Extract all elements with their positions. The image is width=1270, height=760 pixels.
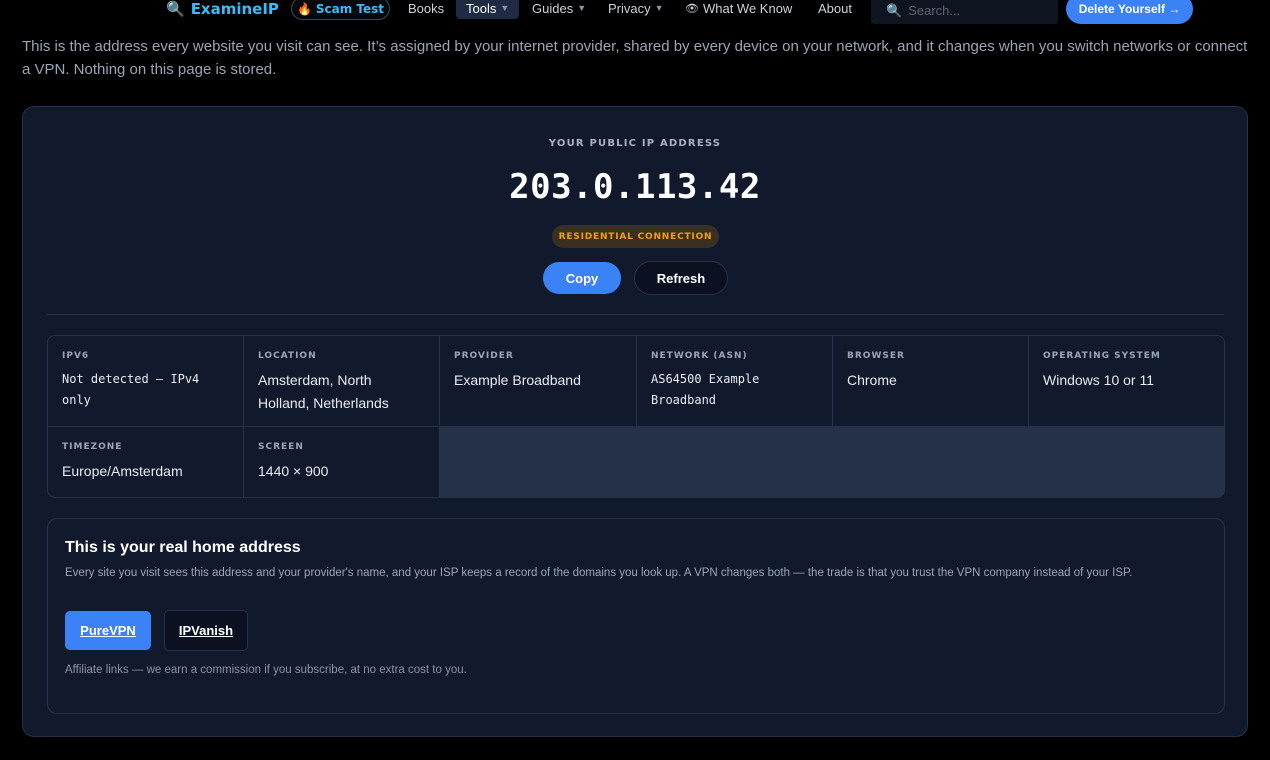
eye-icon: 👁 [685,2,699,15]
fire-icon: 🔥 [296,1,312,16]
affiliate-disclosure: Affiliate links — we earn a commission i… [65,664,467,676]
scam-test-link[interactable]: 🔥 Scam Test [291,0,390,20]
detail-value: Amsterdam, North Holland, Netherlands [258,372,389,411]
detail-label: SCREEN [258,442,304,452]
search-input[interactable]: 🔍 Search... [871,0,1058,24]
detail-value: Chrome [847,372,897,388]
detail-label: PROVIDER [454,351,514,361]
nav-item-label: Tools [466,0,497,16]
detail-location: LOCATION Amsterdam, North Holland, Nethe… [244,336,439,426]
nav-item-label: Books [408,0,445,16]
search-icon: 🔍 [886,2,903,18]
detail-value: 1440 × 900 [258,463,329,479]
ip-address: 203.0.113.42 [509,167,761,207]
detail-provider: PROVIDER Example Broadband [440,336,636,426]
detail-label: OPERATING SYSTEM [1043,351,1161,361]
divider [47,314,1224,315]
top-navigation: 🔍 ExamineIP 🔥 Scam Test Books Tools ▼ Gu… [0,0,1270,24]
chevron-down-icon: ▼ [500,3,510,13]
nav-item-what-we-know[interactable]: 👁 What We Know [685,0,792,19]
detail-label: IPV6 [62,351,90,361]
logo-text: ExamineIP [190,0,279,18]
ip-card: YOUR PUBLIC IP ADDRESS 203.0.113.42 RESI… [22,106,1248,737]
intro-text: This is the address every website you vi… [22,38,1248,78]
detail-operating-system: OPERATING SYSTEM Windows 10 or 11 [1029,336,1224,426]
nav-item-privacy[interactable]: Privacy ▼ [608,0,664,19]
detail-timezone: TIMEZONE Europe/Amsterdam [48,427,243,497]
nav-item-label: About [818,0,852,16]
vpn-recommendation-panel: This is your real home address Every sit… [47,518,1225,714]
nav-item-about[interactable]: About [818,0,852,19]
detail-value: Windows 10 or 11 [1043,372,1155,388]
nav-item-books[interactable]: Books [408,0,444,19]
detail-value: AS64500 Example Broadband [651,372,760,407]
detail-label: TIMEZONE [62,442,123,452]
delete-yourself-button[interactable]: Delete Yourself → [1066,0,1193,24]
magnifier-icon: 🔍 [166,0,185,18]
detail-network-asn: NETWORK (ASN) AS64500 Example Broadband [637,336,832,426]
nav-item-label: Guides [532,0,574,16]
nav-item-label: What We Know [702,0,793,16]
detail-screen: SCREEN 1440 × 900 [244,427,439,497]
nav-item-tools[interactable]: Tools ▼ [456,0,520,19]
vpn-panel-title: This is your real home address [65,539,301,556]
vpn-panel-description: Every site you visit sees this address a… [65,567,1133,579]
ip-label: YOUR PUBLIC IP ADDRESS [548,138,722,149]
chevron-down-icon: ▼ [654,3,664,13]
detail-value: Example Broadband [454,372,581,388]
nav-item-guides[interactable]: Guides ▼ [532,0,586,19]
chevron-down-icon: ▼ [577,3,587,13]
detail-label: NETWORK (ASN) [651,351,748,361]
detail-value: Not detected — IPv4 only [62,372,200,407]
copy-button[interactable]: Copy [543,262,621,294]
details-grid: IPV6 Not detected — IPv4 only LOCATION A… [47,335,1225,498]
site-logo[interactable]: 🔍 ExamineIP [166,0,279,21]
ipvanish-link[interactable]: IPVanish [164,610,248,651]
purevpn-link[interactable]: PureVPN [65,611,151,650]
search-placeholder: Search... [908,3,961,18]
detail-label: BROWSER [847,351,905,361]
detail-ipv6: IPV6 Not detected — IPv4 only [48,336,243,426]
nav-item-label: Privacy [608,0,651,16]
grid-empty-area [440,427,1224,497]
detail-value: Europe/Amsterdam [62,463,183,479]
detail-label: LOCATION [258,351,317,361]
scam-test-label: Scam Test [315,1,385,16]
refresh-button[interactable]: Refresh [634,261,728,295]
detail-browser: BROWSER Chrome [833,336,1028,426]
connection-type-badge: RESIDENTIAL CONNECTION [552,225,719,248]
